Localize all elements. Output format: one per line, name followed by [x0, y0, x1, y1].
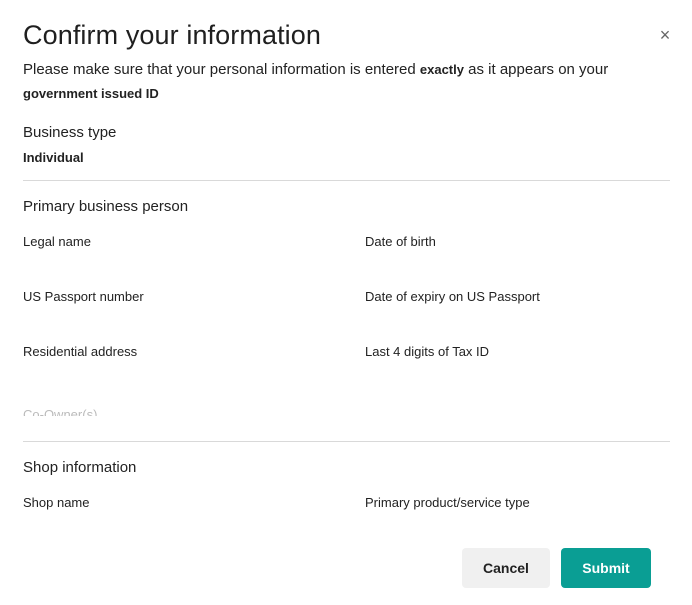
close-icon[interactable]: × — [656, 26, 674, 44]
dialog-subtitle: Please make sure that your personal info… — [23, 58, 663, 106]
faded-section-text: Co-Owner(s) — [23, 408, 98, 416]
submit-button[interactable]: Submit — [561, 548, 651, 588]
cancel-button[interactable]: Cancel — [462, 548, 550, 588]
subtitle-line-two: government issued ID — [23, 86, 159, 101]
divider — [23, 441, 670, 442]
divider — [23, 180, 670, 181]
primary-business-person-heading: Primary business person — [23, 198, 189, 215]
product-type-label: Primary product/service type — [365, 495, 530, 510]
subtitle-text-start: Please make sure that your personal info… — [23, 61, 420, 78]
business-type-heading: Business type — [23, 124, 117, 141]
passport-number-label: US Passport number — [23, 289, 144, 304]
dialog-title: Confirm your information — [23, 20, 322, 50]
subtitle-emphasis: exactly — [419, 62, 464, 77]
shop-information-heading: Shop information — [23, 459, 137, 476]
residential-address-label: Residential address — [23, 344, 138, 359]
date-of-birth-label: Date of birth — [365, 234, 436, 249]
legal-name-label: Legal name — [23, 234, 91, 249]
passport-expiry-label: Date of expiry on US Passport — [365, 289, 540, 304]
business-type-value: Individual — [23, 150, 84, 165]
confirm-information-dialog: Confirm your information × Please make s… — [0, 0, 692, 605]
shop-name-label: Shop name — [23, 495, 90, 510]
subtitle-text-end: as it appears on your — [463, 61, 609, 78]
tax-id-label: Last 4 digits of Tax ID — [365, 344, 490, 359]
